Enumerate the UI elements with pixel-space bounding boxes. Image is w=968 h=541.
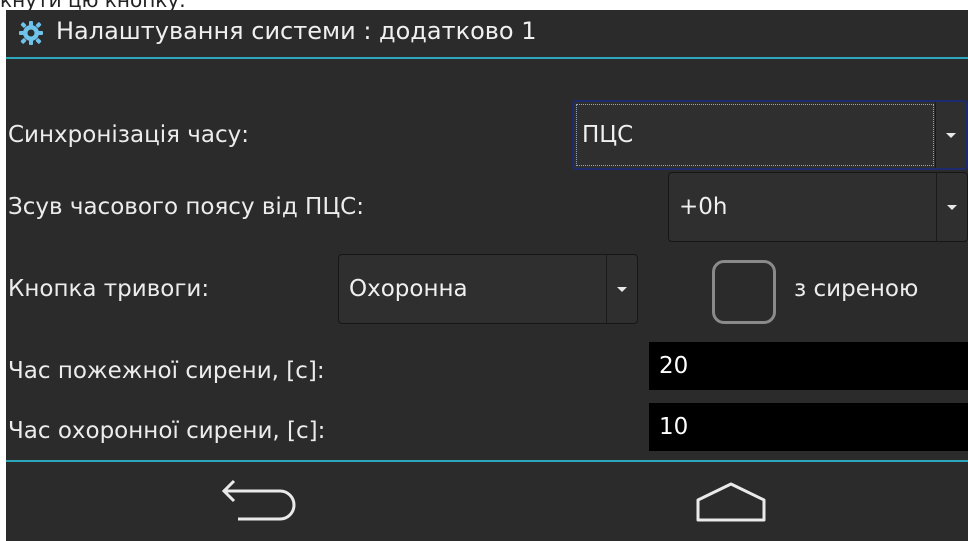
chevron-down-icon[interactable]	[936, 173, 967, 241]
chevron-down-icon[interactable]	[935, 102, 966, 168]
gear-icon	[19, 21, 43, 45]
top-caption-text: кнути цю кнопку.	[0, 0, 186, 10]
home-icon[interactable]	[686, 480, 776, 524]
window-title: Налаштування системи : додатково 1	[56, 17, 537, 45]
back-arrow-icon[interactable]	[204, 478, 304, 522]
alarm-button-label: Кнопка тривоги:	[8, 276, 210, 302]
fire-siren-input[interactable]: 20	[649, 342, 968, 390]
top-caption-fragment: кнути цю кнопку.	[0, 0, 968, 10]
time-sync-value: ПЦС	[582, 122, 634, 148]
fire-siren-label: Час пожежної сирени, [с]:	[8, 358, 325, 384]
navigation-bar	[6, 460, 968, 541]
chevron-down-icon[interactable]	[606, 255, 637, 323]
tz-offset-value: +0h	[679, 194, 728, 220]
security-siren-value: 10	[659, 414, 689, 440]
security-siren-label: Час охоронної сирени, [с]:	[8, 418, 326, 444]
fire-siren-value: 20	[659, 353, 689, 379]
security-siren-input[interactable]: 10	[649, 403, 968, 451]
time-sync-dropdown[interactable]: ПЦС	[572, 100, 968, 170]
tz-offset-label: Зсув часового поясу від ПЦС:	[8, 194, 364, 220]
siren-checkbox-label: з сиреною	[794, 276, 919, 302]
alarm-button-value: Охоронна	[349, 276, 468, 302]
alarm-button-dropdown[interactable]: Охоронна	[338, 254, 638, 324]
device-screen: Налаштування системи : додатково 1 Синхр…	[6, 10, 968, 541]
tz-offset-dropdown[interactable]: +0h	[668, 172, 968, 242]
time-sync-label: Синхронізація часу:	[8, 122, 249, 148]
siren-checkbox[interactable]	[712, 260, 776, 324]
header-bar: Налаштування системи : додатково 1	[6, 10, 968, 59]
